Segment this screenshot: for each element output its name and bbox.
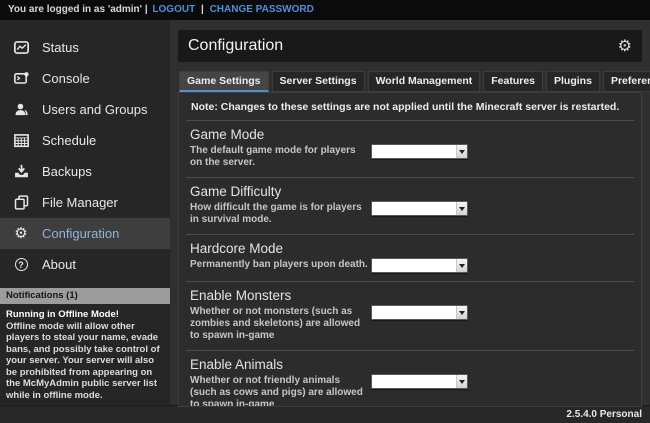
setting-title: Game Mode bbox=[190, 127, 368, 142]
backups-download-icon bbox=[13, 164, 29, 180]
gear-icon: ⚙ bbox=[13, 226, 29, 242]
tab-server-settings[interactable]: Server Settings bbox=[272, 71, 365, 92]
chevron-down-icon bbox=[456, 306, 467, 319]
settings-gear-icon[interactable]: ⚙ bbox=[618, 38, 632, 54]
chevron-down-icon bbox=[456, 202, 467, 215]
notifications-header: Notifications (1) bbox=[0, 288, 170, 304]
top-bar: You are logged in as 'admin' | LOGOUT | … bbox=[0, 0, 650, 20]
tab-features[interactable]: Features bbox=[483, 71, 543, 92]
sidebar-item-configuration[interactable]: ⚙ Configuration bbox=[0, 218, 170, 249]
setting-description: Whether or not monsters (such as zombies… bbox=[190, 306, 368, 342]
sidebar-item-about[interactable]: ? About bbox=[0, 249, 170, 280]
tab-bar: Game Settings Server Settings World Mana… bbox=[178, 71, 642, 92]
setting-row-enable-monsters: Enable Monsters Whether or not monsters … bbox=[186, 281, 634, 350]
sidebar-item-label: Schedule bbox=[42, 133, 96, 148]
version-label: 2.5.4.0 Personal bbox=[566, 409, 642, 420]
tab-world-management[interactable]: World Management bbox=[368, 71, 481, 92]
game-difficulty-select[interactable] bbox=[371, 201, 468, 216]
setting-row-game-difficulty: Game Difficulty How difficult the game i… bbox=[186, 177, 634, 234]
users-icon bbox=[13, 102, 29, 118]
sidebar-item-label: Users and Groups bbox=[42, 102, 148, 117]
setting-row-enable-animals: Enable Animals Whether or not friendly a… bbox=[186, 350, 634, 407]
enable-monsters-select[interactable] bbox=[371, 305, 468, 320]
restart-note: Note: Changes to these settings are not … bbox=[186, 98, 634, 120]
sidebar-item-label: About bbox=[42, 257, 76, 272]
console-icon bbox=[13, 71, 29, 87]
sidebar-item-schedule[interactable]: Schedule bbox=[0, 125, 170, 156]
sidebar-item-label: File Manager bbox=[42, 195, 118, 210]
sidebar: Status Console Users and Groups Schedule bbox=[0, 20, 170, 405]
status-bar: 2.5.4.0 Personal bbox=[0, 405, 650, 423]
setting-title: Game Difficulty bbox=[190, 184, 368, 199]
sidebar-item-label: Backups bbox=[42, 164, 92, 179]
sidebar-item-users-and-groups[interactable]: Users and Groups bbox=[0, 94, 170, 125]
sidebar-item-label: Console bbox=[42, 71, 90, 86]
tab-preferences[interactable]: Preferences bbox=[603, 71, 650, 92]
enable-animals-select[interactable] bbox=[371, 374, 468, 389]
setting-description: The default game mode for players on the… bbox=[190, 145, 368, 169]
notification-text: Offline mode will allow other players to… bbox=[6, 321, 164, 402]
tab-plugins[interactable]: Plugins bbox=[546, 71, 600, 92]
setting-row-hardcore-mode: Hardcore Mode Permanently ban players up… bbox=[186, 234, 634, 281]
change-password-link[interactable]: CHANGE PASSWORD bbox=[210, 4, 314, 15]
page-header: Configuration ⚙ bbox=[178, 30, 642, 62]
sidebar-item-label: Status bbox=[42, 40, 79, 55]
main-area: Configuration ⚙ Game Settings Server Set… bbox=[170, 20, 650, 405]
sidebar-item-label: Configuration bbox=[42, 226, 119, 241]
chevron-down-icon bbox=[456, 259, 467, 272]
game-mode-select[interactable] bbox=[371, 144, 468, 159]
sidebar-item-backups[interactable]: Backups bbox=[0, 156, 170, 187]
link-separator: | bbox=[201, 4, 204, 15]
setting-title: Enable Monsters bbox=[190, 288, 368, 303]
chevron-down-icon bbox=[456, 145, 467, 158]
tab-game-settings[interactable]: Game Settings bbox=[179, 71, 269, 92]
schedule-grid-icon bbox=[13, 133, 29, 149]
logged-in-text: You are logged in as 'admin' | bbox=[8, 4, 148, 15]
hardcore-mode-select[interactable] bbox=[371, 258, 468, 273]
notifications-panel: Notifications (1) Running in Offline Mod… bbox=[0, 288, 170, 406]
chevron-down-icon bbox=[456, 375, 467, 388]
notification-item: Running in Offline Mode! Offline mode wi… bbox=[0, 304, 170, 406]
setting-title: Hardcore Mode bbox=[190, 241, 368, 256]
settings-panel: Note: Changes to these settings are not … bbox=[178, 92, 642, 407]
setting-description: Whether or not friendly animals (such as… bbox=[190, 375, 368, 407]
setting-description: Permanently ban players upon death. bbox=[190, 259, 368, 271]
question-circle-icon: ? bbox=[13, 257, 29, 273]
setting-description: How difficult the game is for players in… bbox=[190, 202, 368, 226]
setting-row-game-mode: Game Mode The default game mode for play… bbox=[186, 120, 634, 177]
page-title: Configuration bbox=[188, 37, 283, 55]
status-chart-icon bbox=[13, 40, 29, 56]
file-manager-icon bbox=[13, 195, 29, 211]
notification-title: Running in Offline Mode! bbox=[6, 309, 164, 321]
setting-title: Enable Animals bbox=[190, 357, 368, 372]
sidebar-item-file-manager[interactable]: File Manager bbox=[0, 187, 170, 218]
sidebar-item-status[interactable]: Status bbox=[0, 32, 170, 63]
sidebar-item-console[interactable]: Console bbox=[0, 63, 170, 94]
logout-link[interactable]: LOGOUT bbox=[152, 4, 195, 15]
